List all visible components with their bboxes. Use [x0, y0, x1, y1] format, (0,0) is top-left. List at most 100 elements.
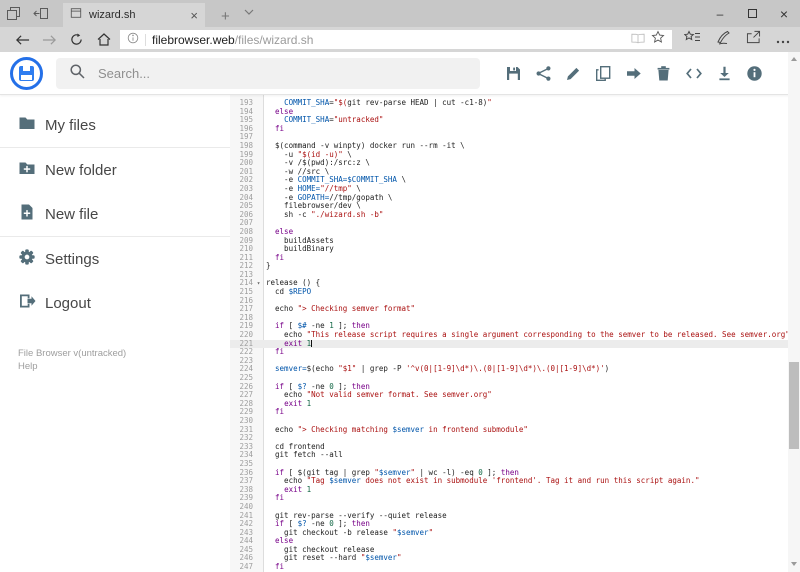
info-icon[interactable] — [746, 65, 763, 82]
hub-icon[interactable] — [683, 30, 701, 49]
code-line[interactable]: 196 fi — [230, 123, 788, 134]
fold-gutter — [253, 357, 264, 366]
app-header: Search... — [0, 52, 800, 95]
filebrowser-logo[interactable] — [10, 56, 43, 90]
sidebar-item-settings[interactable]: Settings — [0, 237, 230, 281]
edit-icon[interactable] — [565, 65, 582, 82]
set-tabs-aside-icon[interactable] — [33, 6, 49, 21]
share-icon[interactable] — [535, 65, 552, 82]
download-icon[interactable] — [716, 65, 733, 82]
scrollbar-thumb[interactable] — [789, 362, 799, 449]
tab-list-chevron-icon[interactable] — [244, 2, 254, 20]
code-line[interactable]: 243 git checkout -b release "$semver" — [230, 528, 788, 538]
code-line[interactable]: 210 buildBinary — [230, 244, 788, 254]
code-line[interactable]: 211 fi — [230, 253, 788, 263]
copy-icon[interactable] — [595, 65, 612, 82]
sidebar: My files New folder New file Settings Lo… — [0, 95, 230, 572]
code-line[interactable]: 237 echo "Tag $semver does not exist in … — [230, 476, 788, 486]
code-line[interactable]: 193 COMMIT_SHA="$(git rev-parse HEAD | c… — [230, 98, 788, 108]
fold-gutter — [253, 340, 264, 349]
code-line[interactable]: 231 echo "> Checking matching $semver in… — [230, 425, 788, 435]
sidebar-item-new-folder[interactable]: New folder — [0, 148, 230, 192]
code-line[interactable]: 214 ▾ release () { — [230, 279, 788, 288]
window-minimize-button[interactable]: – — [704, 0, 736, 27]
sidebar-item-label: Logout — [45, 294, 91, 312]
fold-gutter — [253, 159, 264, 168]
tab-close-icon[interactable]: × — [190, 9, 198, 22]
new-tab-button[interactable]: + — [221, 9, 230, 24]
code-text: git reset --hard "$semver" — [266, 553, 402, 563]
help-link[interactable]: Help — [18, 360, 212, 373]
window-close-button[interactable]: × — [768, 0, 800, 27]
tab-preview-icon[interactable] — [6, 6, 21, 21]
code-line[interactable]: 234 git fetch --all — [230, 451, 788, 460]
code-line[interactable]: 246 git reset --hard "$semver" — [230, 554, 788, 563]
forward-icon[interactable] — [36, 34, 63, 46]
refresh-icon[interactable] — [63, 33, 90, 46]
fold-gutter — [253, 176, 264, 185]
code-text: fi — [275, 493, 285, 503]
fold-gutter — [253, 168, 264, 177]
fold-gutter — [253, 460, 264, 469]
text-cursor — [311, 339, 313, 347]
scroll-down-arrow-icon[interactable] — [790, 562, 797, 566]
fold-gutter — [253, 537, 264, 546]
line-number: 247 — [239, 562, 253, 572]
info-circle-icon[interactable] — [127, 31, 139, 49]
code-line[interactable]: 195 COMMIT_SHA="untracked" — [230, 115, 788, 125]
fold-gutter — [253, 563, 264, 572]
code-text: cd $REPO — [266, 287, 312, 297]
reading-view-icon[interactable] — [631, 31, 645, 49]
code-text: COMMIT_SHA="$(git rev-parse HEAD | cut -… — [284, 98, 492, 107]
code-line[interactable]: 221 exit 1 — [230, 339, 788, 349]
sidebar-item-new-file[interactable]: New file — [0, 192, 230, 236]
browser-tab[interactable]: wizard.sh × — [63, 3, 205, 27]
fold-gutter — [253, 288, 264, 297]
code-line[interactable]: 227 echo "Not valid semver format. See s… — [230, 390, 788, 400]
more-icon[interactable] — [776, 31, 790, 49]
fold-gutter — [253, 331, 264, 340]
web-note-pen-icon[interactable] — [716, 30, 731, 50]
fold-gutter — [253, 305, 264, 314]
share-icon[interactable] — [746, 30, 761, 49]
page-scrollbar[interactable] — [788, 52, 800, 572]
code-line[interactable]: 247 fi — [230, 562, 788, 572]
code-text: fi — [275, 123, 285, 133]
sidebar-item-my-files[interactable]: My files — [0, 103, 230, 147]
fold-arrow-icon[interactable]: ▾ — [253, 279, 264, 288]
file-plus-icon — [18, 203, 36, 225]
code-line[interactable]: 228 exit 1 — [230, 399, 788, 409]
code-line[interactable]: 224 semver=$(echo "$1" | grep -P '^v(0|[… — [230, 365, 788, 374]
code-text: fi — [275, 347, 285, 357]
code-line[interactable]: 212} — [230, 261, 788, 271]
url-field[interactable]: filebrowser.web/files/wizard.sh — [120, 30, 672, 49]
window-maximize-button[interactable] — [736, 0, 768, 27]
code-line[interactable]: 220 echo "This release script requires a… — [230, 330, 789, 340]
fold-gutter — [253, 546, 264, 555]
code-line[interactable]: 206 sh -c "./wizard.sh -b" — [230, 209, 788, 220]
code-line[interactable]: 217 echo "> Checking semver format" — [230, 304, 788, 314]
move-icon[interactable] — [625, 65, 642, 82]
code-text: semver=$(echo "$1" | grep -P '^v(0|[1-9]… — [275, 364, 610, 374]
fold-gutter — [253, 99, 264, 108]
code-line[interactable]: 238 exit 1 — [230, 485, 788, 495]
fold-gutter — [253, 391, 264, 400]
home-icon[interactable] — [90, 33, 117, 46]
save-icon[interactable] — [505, 65, 522, 82]
sidebar-item-label: Settings — [45, 250, 100, 268]
back-icon[interactable] — [9, 34, 36, 46]
search-input[interactable]: Search... — [56, 57, 480, 89]
sidebar-item-logout[interactable]: Logout — [0, 281, 230, 325]
code-editor[interactable]: 193 COMMIT_SHA="$(git rev-parse HEAD | c… — [230, 95, 800, 572]
delete-icon[interactable] — [655, 65, 672, 82]
code-line[interactable]: 215 cd $REPO — [230, 287, 788, 297]
fold-gutter — [253, 529, 264, 538]
code-icon[interactable] — [685, 66, 703, 81]
favorite-star-icon[interactable] — [651, 30, 665, 49]
code-text: sh -c "./wizard.sh -b" — [266, 209, 384, 219]
code-line[interactable]: 207 — [230, 219, 788, 228]
code-line[interactable]: 222 fi — [230, 347, 788, 357]
code-line[interactable]: 239 fi — [230, 494, 788, 503]
code-line[interactable]: 229 fi — [230, 408, 788, 417]
scroll-up-arrow-icon[interactable] — [791, 57, 797, 61]
